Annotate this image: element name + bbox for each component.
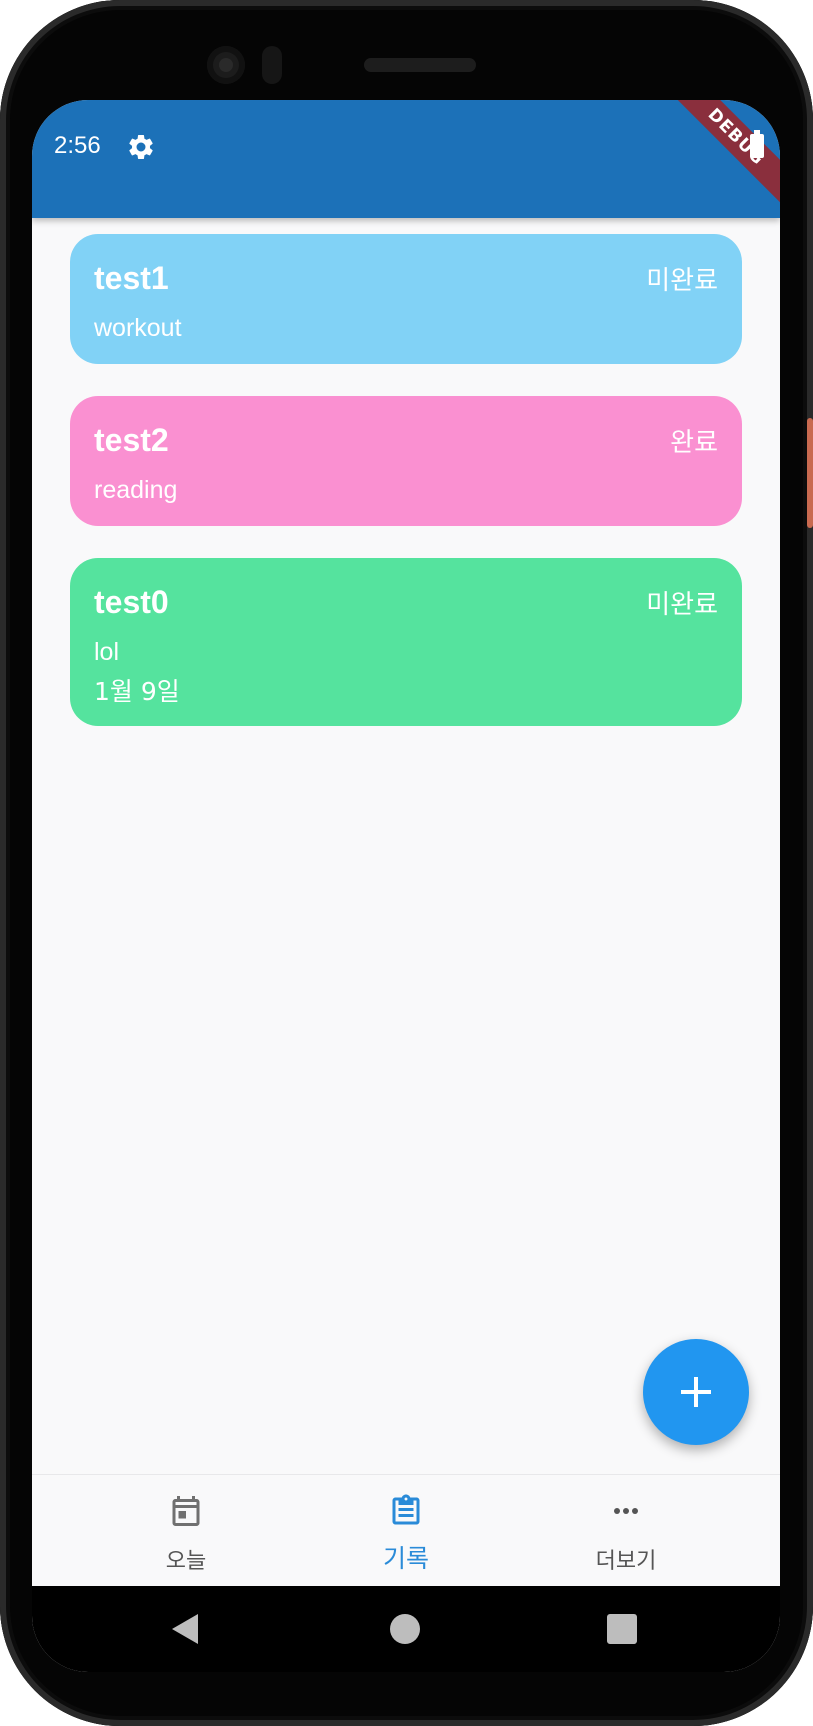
recent-apps-icon[interactable]: [607, 1614, 637, 1644]
record-date: 1월 9일: [94, 677, 180, 706]
record-status: 미완료: [646, 266, 718, 296]
record-status: 미완료: [646, 590, 718, 620]
battery-icon: [750, 130, 764, 158]
calendar-icon: [172, 1496, 200, 1526]
home-icon[interactable]: [390, 1614, 420, 1644]
earpiece-speaker: [364, 58, 476, 72]
add-record-button[interactable]: [643, 1339, 749, 1445]
settings-gear-icon: [129, 134, 153, 159]
system-navigation-bar: [32, 1586, 780, 1672]
debug-banner: DEBUG: [654, 100, 780, 219]
nav-item-more[interactable]: 더보기: [546, 1475, 706, 1587]
clipboard-icon: [392, 1494, 420, 1525]
nav-item-records[interactable]: 기록: [326, 1475, 486, 1587]
phone-frame: 2:56 DEBUG test1 미완료 workout test2 완료 re…: [0, 0, 813, 1726]
record-card[interactable]: test1 미완료 workout: [70, 234, 742, 364]
power-button: [807, 418, 813, 528]
record-title: test2: [94, 422, 169, 458]
record-description: workout: [94, 314, 182, 342]
app-screen: 2:56 DEBUG test1 미완료 workout test2 완료 re…: [32, 100, 780, 1672]
nav-label-more: 더보기: [595, 1549, 657, 1574]
proximity-sensor: [262, 46, 282, 84]
app-bar: 2:56 DEBUG: [32, 100, 780, 219]
nav-label-records: 기록: [382, 1544, 429, 1573]
bottom-navigation: 오늘 기록 더보기: [32, 1474, 780, 1587]
record-card[interactable]: test0 미완료 lol 1월 9일: [70, 558, 742, 726]
record-description: lol: [94, 638, 120, 666]
more-horizontal-icon: [614, 1508, 638, 1514]
record-card[interactable]: test2 완료 reading: [70, 396, 742, 526]
nav-label-today: 오늘: [165, 1549, 207, 1574]
status-time: 2:56: [54, 132, 101, 159]
back-icon[interactable]: [172, 1614, 198, 1644]
record-list: test1 미완료 workout test2 완료 reading test0…: [70, 234, 742, 758]
record-description: reading: [94, 476, 178, 504]
nav-item-today[interactable]: 오늘: [106, 1475, 266, 1587]
record-status: 완료: [670, 428, 718, 458]
front-camera: [207, 46, 245, 84]
record-title: test1: [94, 260, 169, 296]
record-title: test0: [94, 584, 169, 620]
